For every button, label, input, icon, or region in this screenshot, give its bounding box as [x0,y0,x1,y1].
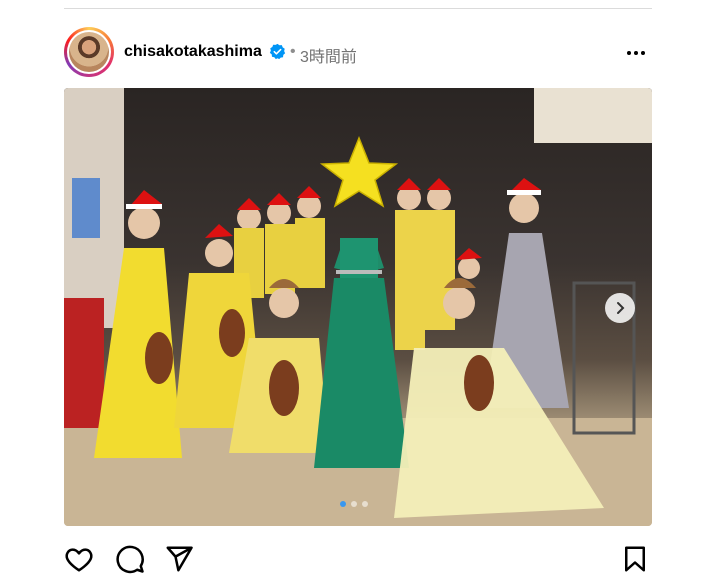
username-link[interactable]: chisakotakashima [124,43,262,61]
carousel-next-button[interactable] [605,293,635,323]
carousel-dot-2 [351,501,357,507]
more-options-icon[interactable] [626,43,646,63]
avatar[interactable] [64,27,114,77]
blue-light [72,178,100,238]
separator-dot: • [290,43,296,60]
carousel-dots [340,501,368,507]
verified-badge-icon [269,43,286,60]
right-wall-panel [534,88,652,143]
carousel-dot-3 [362,501,368,507]
comment-bubble-icon[interactable] [115,544,145,574]
chevron-right-icon [617,302,625,314]
avatar-image [69,32,109,72]
carousel-dot-1 [340,501,346,507]
red-prop [64,298,104,428]
post-timestamp[interactable]: 3時間前 [300,43,357,67]
post-actions [64,540,652,576]
photo-illustration [64,88,652,526]
top-divider [64,8,652,9]
heart-icon[interactable] [64,544,94,574]
paper-plane-icon[interactable] [164,544,194,574]
post-header: chisakotakashima • 3時間前 [64,27,652,77]
bookmark-icon[interactable] [620,544,650,574]
star-center-figure [314,135,409,468]
post-photo[interactable] [64,88,652,526]
